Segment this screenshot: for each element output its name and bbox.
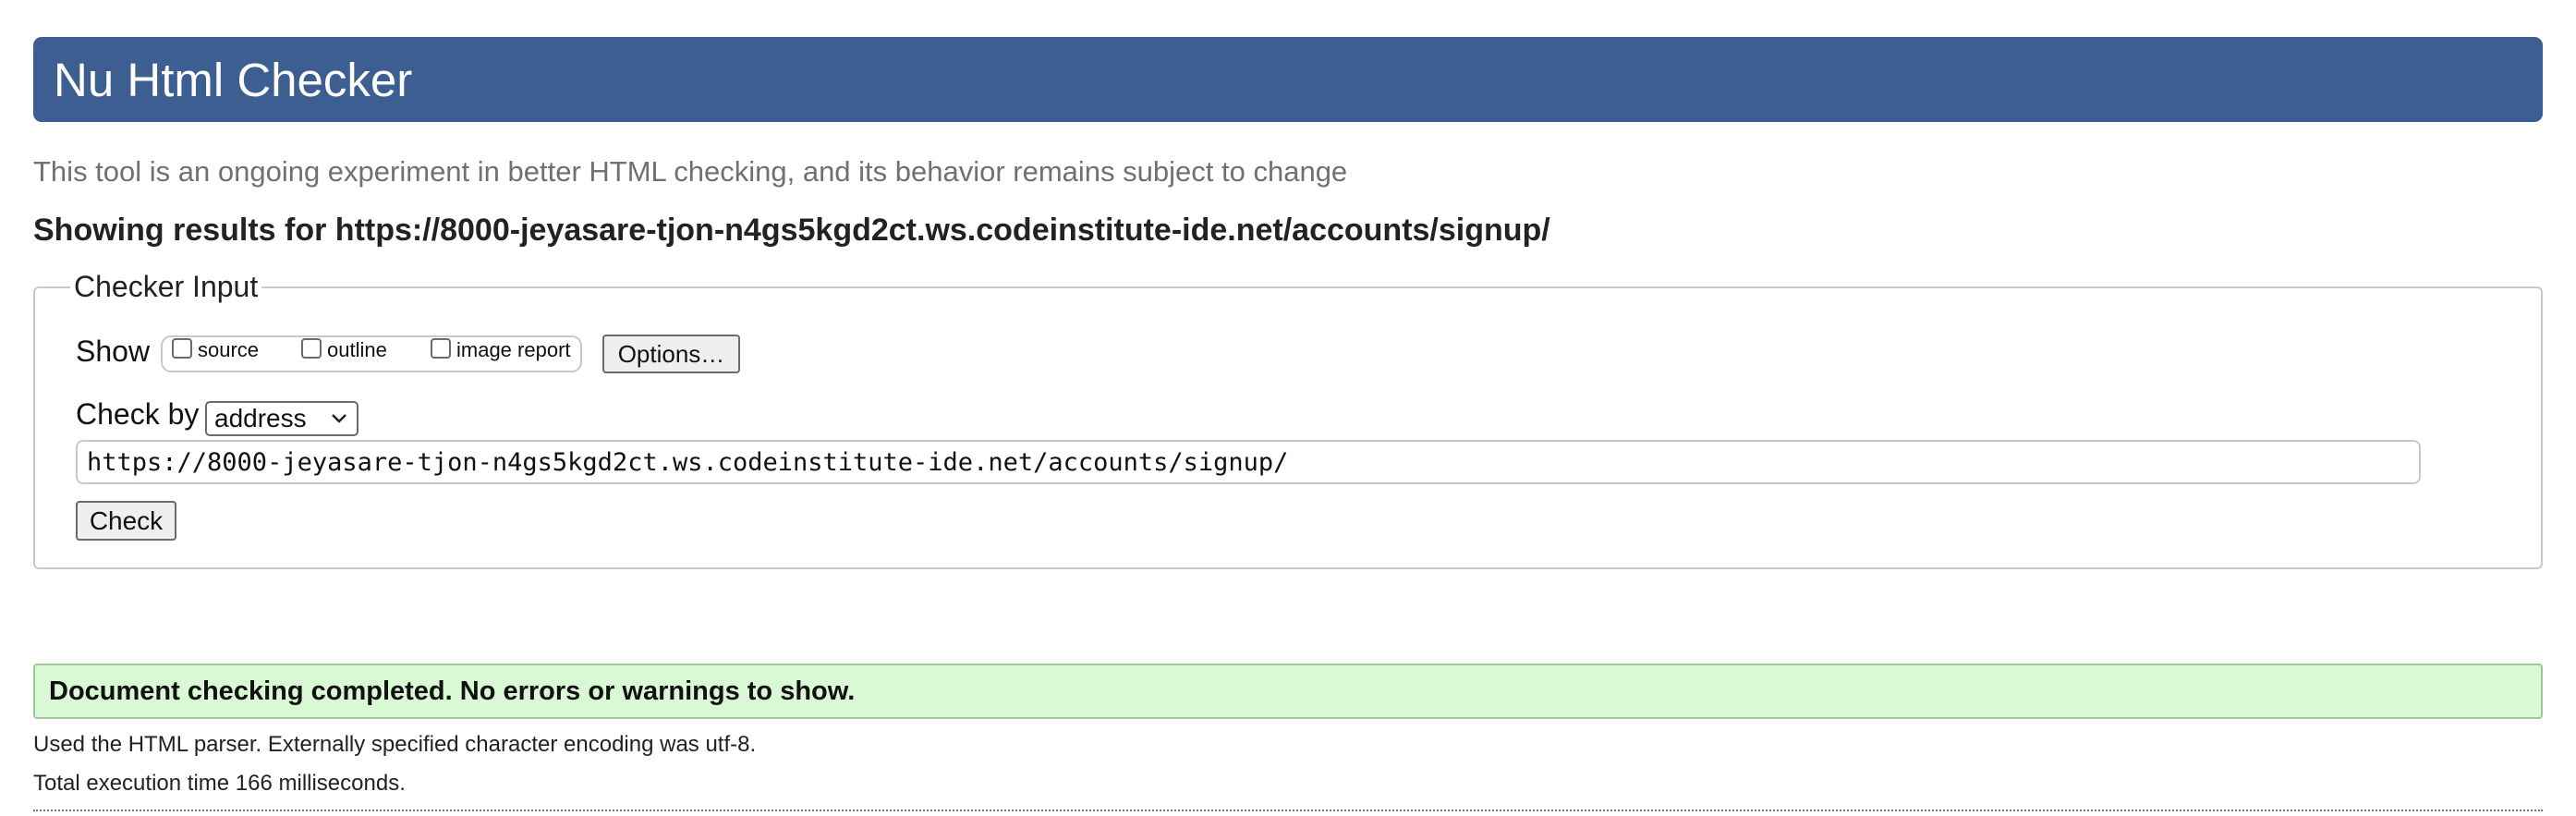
source-checkbox[interactable] <box>172 338 192 359</box>
tagline: This tool is an ongoing experiment in be… <box>33 155 1348 188</box>
app-header-banner: Nu Html Checker <box>33 37 2543 122</box>
show-image-report-option[interactable]: image report <box>431 338 571 362</box>
check-by-label: Check by <box>76 397 200 431</box>
app-title: Nu Html Checker <box>54 53 413 106</box>
show-label: Show <box>76 335 151 368</box>
outline-checkbox-label: outline <box>327 338 387 361</box>
url-input-value: https://8000-jeyasare-tjon-n4gs5kgd2ct.w… <box>87 447 1289 477</box>
image-report-checkbox[interactable] <box>431 338 451 359</box>
success-message: Document checking completed. No errors o… <box>33 664 2543 719</box>
outline-checkbox[interactable] <box>301 338 322 359</box>
image-report-checkbox-label: image report <box>456 338 571 361</box>
show-source-option[interactable]: source <box>172 338 259 362</box>
options-button[interactable]: Options… <box>602 335 740 373</box>
show-outline-option[interactable]: outline <box>301 338 387 362</box>
results-heading: Showing results for https://8000-jeyasar… <box>33 213 1550 248</box>
checker-input-legend: Checker Input <box>74 270 259 303</box>
source-checkbox-label: source <box>198 338 260 361</box>
checker-input-fieldset: Checker Input <box>33 270 2543 569</box>
check-button[interactable]: Check <box>76 501 176 541</box>
success-message-text: Document checking completed. No errors o… <box>49 676 856 706</box>
divider <box>33 810 2543 811</box>
check-by-select[interactable]: address <box>205 401 358 436</box>
execution-time: Total execution time 166 milliseconds. <box>33 771 406 796</box>
url-input[interactable]: https://8000-jeyasare-tjon-n4gs5kgd2ct.w… <box>76 440 2421 484</box>
parser-info: Used the HTML parser. Externally specifi… <box>33 732 757 757</box>
check-by-selected-value: address <box>214 404 307 432</box>
chevron-down-icon <box>332 414 346 423</box>
